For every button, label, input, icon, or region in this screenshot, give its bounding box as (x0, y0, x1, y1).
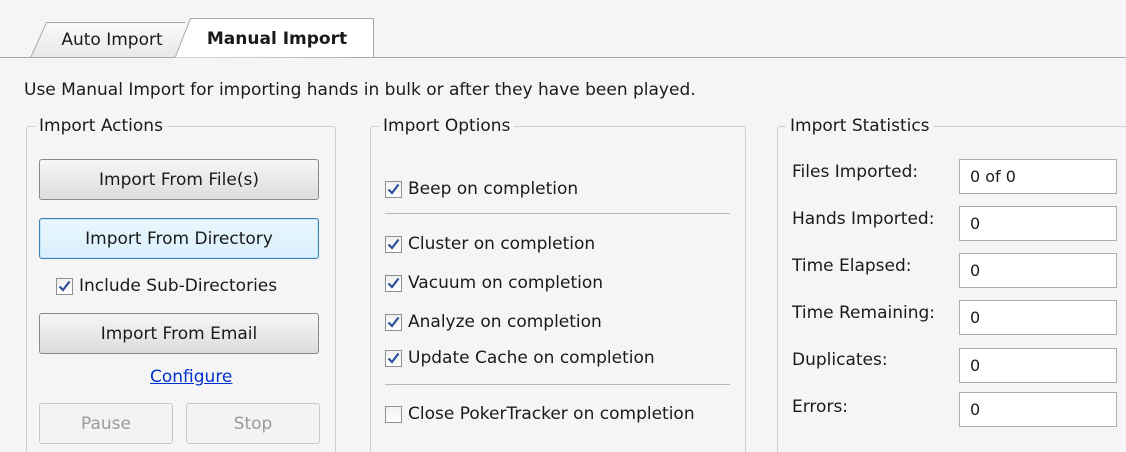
include-subdirectories-box[interactable] (56, 277, 73, 295)
checkmark-icon (387, 277, 400, 289)
checkmark-icon (387, 316, 400, 328)
stop-button[interactable]: Stop (186, 403, 320, 444)
stat-files-imported-label: Files Imported: (792, 162, 919, 182)
tab-bar: Auto Import Manual Import (0, 0, 1126, 59)
stat-errors-field: 0 (959, 392, 1117, 427)
import-from-email-button[interactable]: Import From Email (39, 313, 319, 354)
option-analyze-box[interactable] (385, 313, 402, 331)
import-actions-legend: Import Actions (39, 116, 163, 136)
option-close-pokertracker-label: Close PokerTracker on completion (408, 404, 695, 424)
stat-time-remaining-label: Time Remaining: (792, 303, 936, 323)
checkmark-icon (387, 238, 400, 250)
stat-errors-label: Errors: (792, 397, 849, 417)
option-cluster-box[interactable] (385, 235, 402, 253)
options-separator-1 (385, 213, 730, 214)
pause-button[interactable]: Pause (39, 403, 173, 444)
stat-time-remaining-field: 0 (959, 300, 1117, 335)
configure-link[interactable]: Configure (150, 367, 232, 387)
include-subdirectories-label: Include Sub-Directories (79, 276, 278, 296)
import-from-files-button[interactable]: Import From File(s) (39, 159, 319, 200)
options-separator-2 (385, 384, 730, 385)
option-beep-checkbox[interactable]: Beep on completion (385, 179, 578, 199)
option-update-cache-box[interactable] (385, 349, 402, 367)
import-from-directory-button[interactable]: Import From Directory (39, 218, 319, 259)
stat-time-elapsed-label: Time Elapsed: (792, 256, 912, 276)
import-statistics-legend: Import Statistics (790, 116, 930, 136)
option-beep-label: Beep on completion (408, 179, 579, 199)
option-vacuum-checkbox[interactable]: Vacuum on completion (385, 273, 603, 293)
import-options-legend: Import Options (383, 116, 511, 136)
panel-description: Use Manual Import for importing hands in… (24, 80, 696, 100)
tab-auto-import[interactable]: Auto Import (30, 22, 186, 58)
stat-duplicates-label: Duplicates: (792, 350, 888, 370)
tab-manual-import-label: Manual Import (206, 28, 348, 49)
stat-hands-imported-field: 0 (959, 206, 1117, 241)
option-close-pokertracker-box[interactable] (385, 405, 402, 423)
stat-files-imported-field: 0 of 0 (959, 159, 1117, 194)
stat-hands-imported-label: Hands Imported: (792, 209, 935, 229)
tab-auto-import-label: Auto Import (61, 30, 163, 50)
stat-time-elapsed-field: 0 (959, 253, 1117, 288)
option-update-cache-checkbox[interactable]: Update Cache on completion (385, 348, 655, 368)
option-analyze-label: Analyze on completion (408, 312, 602, 332)
manual-import-panel: Use Manual Import for importing hands in… (0, 58, 1126, 452)
option-cluster-checkbox[interactable]: Cluster on completion (385, 234, 595, 254)
checkmark-icon (387, 352, 400, 364)
checkmark-icon (58, 280, 71, 292)
option-close-pokertracker-checkbox[interactable]: Close PokerTracker on completion (385, 404, 695, 424)
option-update-cache-label: Update Cache on completion (408, 348, 655, 368)
option-cluster-label: Cluster on completion (408, 234, 596, 254)
checkmark-icon (387, 183, 400, 195)
tab-manual-import[interactable]: Manual Import (174, 18, 374, 59)
option-vacuum-label: Vacuum on completion (408, 273, 604, 293)
include-subdirectories-checkbox[interactable]: Include Sub-Directories (56, 276, 277, 296)
stat-duplicates-field: 0 (959, 348, 1117, 383)
option-analyze-checkbox[interactable]: Analyze on completion (385, 312, 602, 332)
option-beep-box[interactable] (385, 180, 402, 198)
option-vacuum-box[interactable] (385, 274, 402, 292)
